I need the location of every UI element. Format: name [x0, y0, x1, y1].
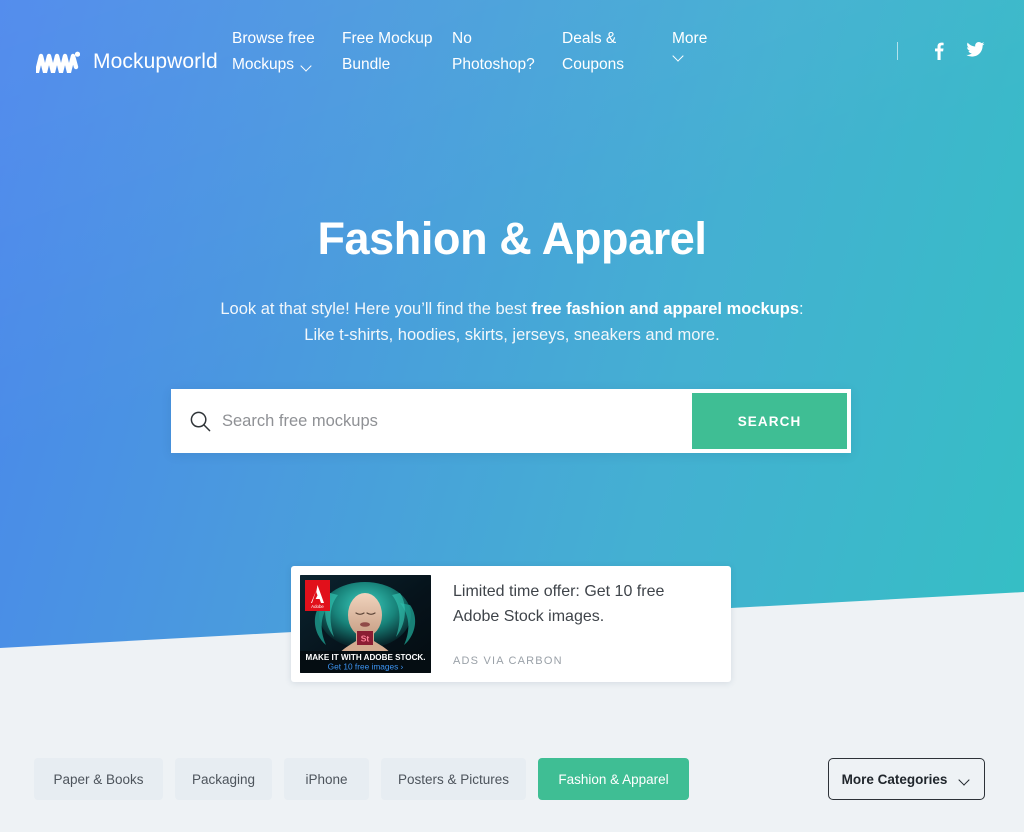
svg-text:Adobe: Adobe [311, 604, 324, 609]
twitter-bird-glyph [966, 41, 985, 57]
category-pill-iphone[interactable]: iPhone [284, 758, 369, 800]
svg-text:St: St [361, 634, 370, 644]
nav-item-free-mockup-bundle[interactable]: Free Mockup Bundle [342, 26, 452, 78]
nav-item-label-line2: Photoshop? [452, 56, 535, 73]
more-categories-button[interactable]: More Categories [828, 758, 985, 800]
chevron-down-icon [960, 776, 971, 783]
facebook-icon[interactable] [933, 41, 945, 66]
category-pill-packaging[interactable]: Packaging [175, 758, 272, 800]
ad-card[interactable]: Adobe St MAKE IT WITH ADOBE STOCK. Get 1… [291, 566, 731, 682]
category-pill-paper-books[interactable]: Paper & Books [34, 758, 163, 800]
nav-item-deals-coupons[interactable]: Deals & Coupons [562, 26, 672, 78]
hero-subtitle: Look at that style! Here you’ll find the… [162, 296, 862, 348]
category-pill-fashion-apparel[interactable]: Fashion & Apparel [538, 758, 689, 800]
nav-item-browse-free-mockups[interactable]: Browse free Mockups [232, 26, 342, 78]
mockupworld-zigzag-logo-icon [36, 51, 80, 73]
adobe-stock-banner-graphic: Adobe St MAKE IT WITH ADOBE STOCK. Get 1… [300, 575, 431, 673]
chevron-down-icon[interactable] [674, 52, 685, 59]
category-bar: Paper & Books Packaging iPhone Posters &… [0, 758, 1024, 802]
twitter-icon[interactable] [966, 41, 985, 64]
hero-subtitle-suffix: : [799, 300, 804, 318]
nav-item-label-line1: Deals & [562, 30, 617, 47]
nav-item-label-line2: Coupons [562, 56, 625, 73]
ad-attribution[interactable]: ADS VIA CARBON [453, 655, 563, 667]
hero-subtitle-line2: Like t-shirts, hoodies, skirts, jerseys,… [304, 326, 720, 344]
page-title: Fashion & Apparel [317, 213, 707, 264]
nav-item-label-line2: Mockups [232, 56, 295, 73]
nav-divider [897, 42, 898, 60]
nav-item-more[interactable]: More [672, 26, 782, 59]
nav-item-label-line2: Bundle [342, 56, 391, 73]
search-button[interactable]: SEARCH [692, 393, 847, 449]
nav-item-label-line1: No [452, 30, 472, 47]
search-input[interactable] [222, 411, 692, 431]
facebook-glyph [935, 42, 944, 60]
svg-text:Get 10 free images ›: Get 10 free images › [328, 662, 404, 672]
category-pill-posters-pictures[interactable]: Posters & Pictures [381, 758, 526, 800]
nav-item-label-line1: Browse free [232, 30, 315, 47]
ad-body: Limited time offer: Get 10 free Adobe St… [431, 575, 722, 673]
nav-item-label-line1: More [672, 30, 708, 47]
brand-logo[interactable]: Mockupworld [36, 50, 218, 74]
ad-headline[interactable]: Limited time offer: Get 10 free Adobe St… [453, 579, 714, 629]
navbar: Mockupworld Browse free Mockups Free Moc… [0, 0, 1024, 100]
nav-item-no-photoshop[interactable]: No Photoshop? [452, 26, 562, 78]
search-bar: SEARCH [171, 389, 851, 453]
brand-name: Mockupworld [93, 50, 218, 73]
more-categories-label: More Categories [841, 771, 948, 787]
hero-subtitle-bold: free fashion and apparel mockups [531, 300, 800, 318]
nav-item-label-line1: Free Mockup [342, 30, 433, 47]
search-icon [190, 411, 211, 431]
ad-banner-image[interactable]: Adobe St MAKE IT WITH ADOBE STOCK. Get 1… [300, 575, 431, 673]
nav-links: Browse free Mockups Free Mockup Bundle N… [232, 26, 782, 78]
hero-subtitle-prefix: Look at that style! Here you’ll find the… [220, 300, 532, 318]
chevron-down-icon[interactable] [302, 62, 313, 69]
